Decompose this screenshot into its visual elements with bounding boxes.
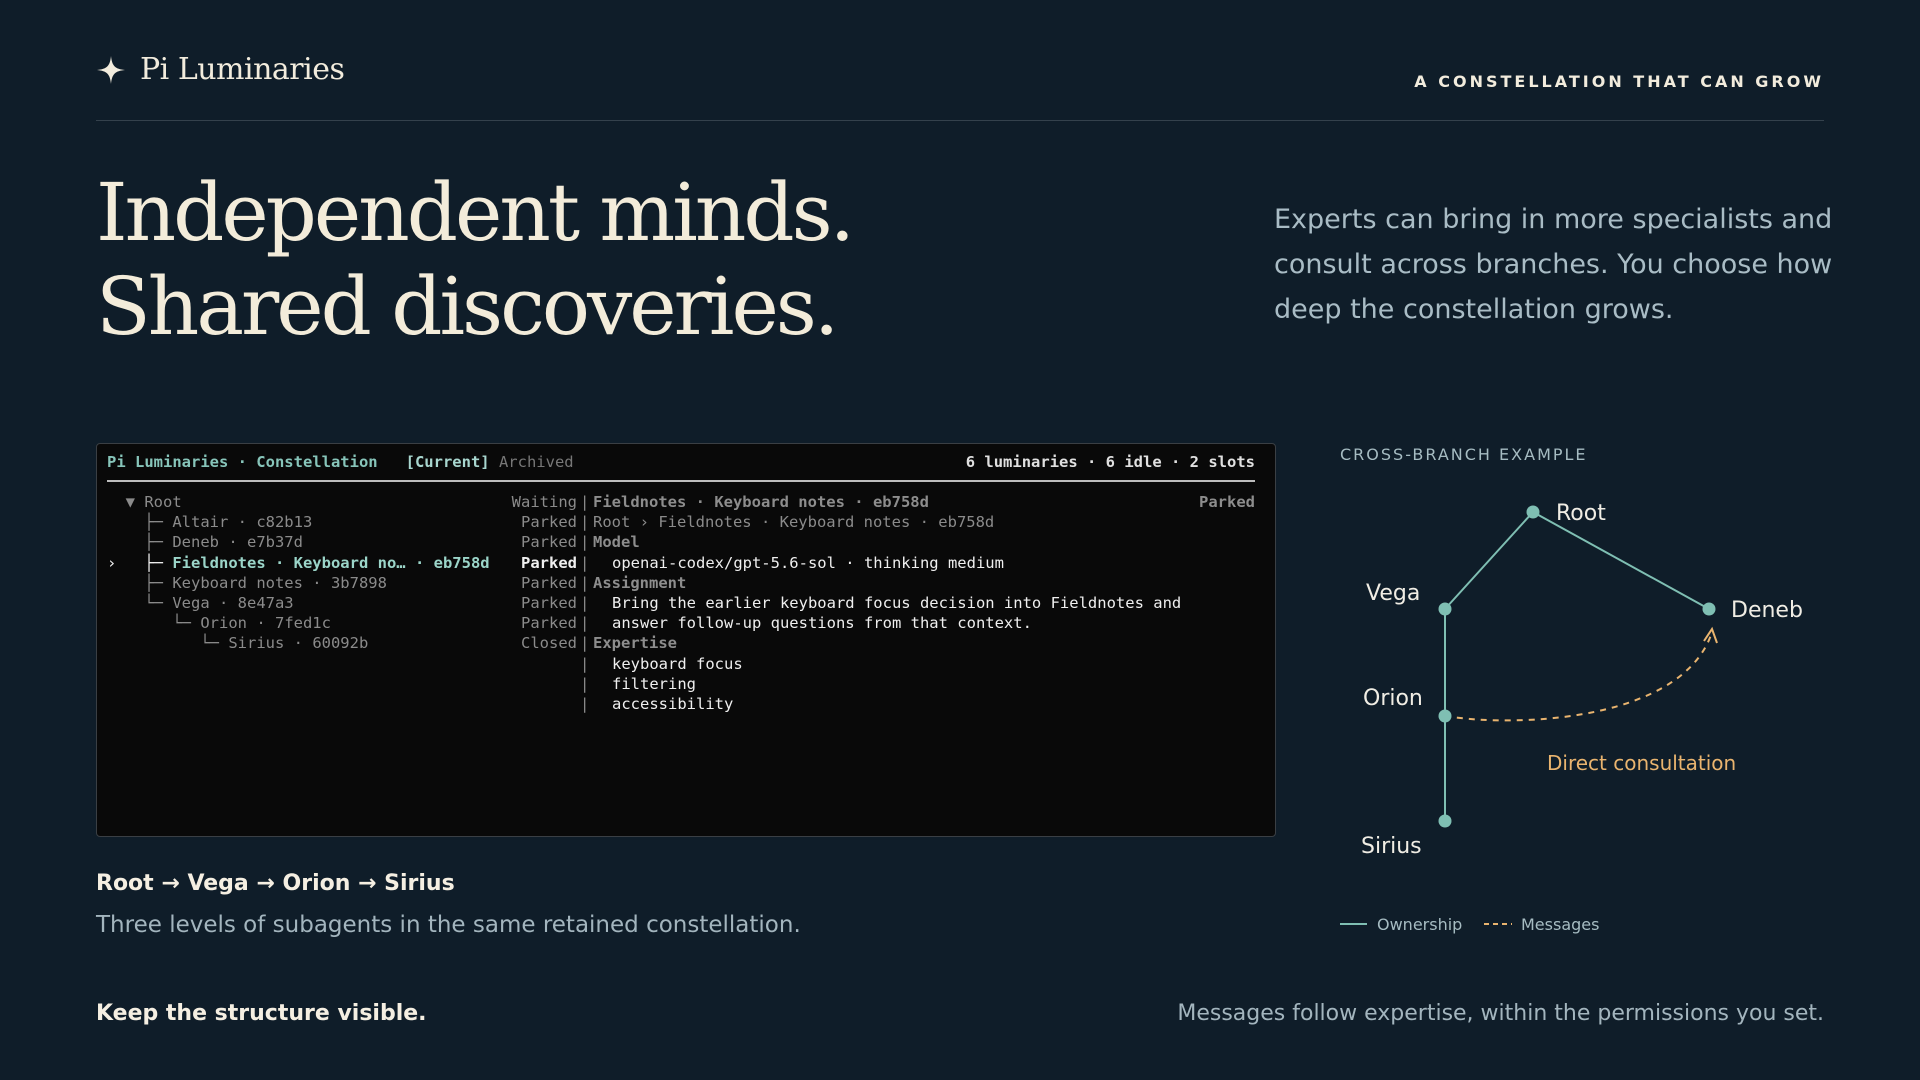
tree-item-name: Keyboard notes · 3b7898: [172, 573, 387, 592]
terminal-window[interactable]: Pi Luminaries · Constellation [Current] …: [96, 443, 1276, 837]
tree-item-name: Altair · c82b13: [172, 513, 313, 532]
tagline: A CONSTELLATION THAT CAN GROW: [1414, 72, 1824, 91]
arrowhead-icon: [1703, 626, 1718, 644]
message-orion-deneb: [1444, 634, 1712, 722]
tree-prefix: └─: [107, 614, 201, 633]
tree-row-selected[interactable]: › ├─ Fieldnotes · Keyboard no… · eb758d P…: [107, 553, 577, 573]
header-divider: [96, 120, 1824, 121]
tree-item-name: Sirius · 60092b: [228, 634, 369, 653]
tree-item-status: Waiting: [511, 493, 577, 511]
tree-prefix: ├─: [107, 573, 173, 592]
hero-line-2: Shared discoveries.: [96, 260, 839, 353]
detail-title: Fieldnotes · Keyboard notes · eb758d: [593, 493, 929, 511]
tree-item-status: Parked: [521, 513, 577, 532]
detail-state: Parked: [1199, 493, 1255, 511]
legend-ownership-label: Ownership: [1377, 915, 1462, 934]
detail-pane: Fieldnotes · Keyboard notes · eb758d Park…: [593, 492, 1255, 714]
edge-root-vega: [1444, 511, 1534, 610]
tree-prefix: ▼: [107, 493, 145, 511]
tree-row[interactable]: └─ Sirius · 60092b Closed: [107, 633, 577, 653]
expertise-item: keyboard focus: [612, 654, 743, 673]
hero-heading: Independent minds. Shared discoveries.: [96, 166, 855, 354]
brand-name: Pi Luminaries: [140, 52, 345, 87]
sparkle-icon: [97, 55, 125, 84]
node-label-root: Root: [1556, 501, 1606, 526]
assignment-heading: Assignment: [593, 573, 687, 592]
tree-row[interactable]: └─ Vega · 8e47a3 Parked: [107, 593, 577, 613]
edge-root-deneb: [1532, 511, 1710, 610]
brand: Pi Luminaries: [96, 52, 345, 87]
expertise-item: accessibility: [612, 694, 734, 713]
tree-prefix: ├─: [107, 533, 173, 552]
constellation-diagram: Root Vega Deneb Orion Sirius Direct cons…: [1340, 501, 1803, 934]
tab-current[interactable]: [Current]: [406, 452, 490, 476]
tree-item-name: Deneb · e7b37d: [172, 533, 303, 552]
tree-item-status: Parked: [521, 614, 577, 633]
assignment-line: Bring the earlier keyboard focus decisio…: [612, 593, 1182, 612]
diagram-label: CROSS-BRANCH EXAMPLE: [1340, 445, 1588, 464]
hierarchy-path: Root → Vega → Orion → Sirius: [96, 871, 455, 896]
expertise-heading: Expertise: [593, 634, 677, 653]
terminal-title: Pi Luminaries · Constellation: [107, 453, 378, 471]
node-label-sirius: Sirius: [1361, 834, 1422, 859]
node-deneb: [1702, 602, 1716, 616]
tree-prefix: › ├─: [107, 553, 173, 572]
legend-messages-label: Messages: [1521, 915, 1599, 934]
tree-item-name: Fieldnotes · Keyboard no… · eb758d: [172, 553, 490, 572]
detail-path: Root › Fieldnotes · Keyboard notes · eb7…: [593, 513, 995, 532]
expertise-item: filtering: [612, 674, 696, 693]
tree-item-status: Closed: [521, 634, 577, 653]
node-vega: [1438, 602, 1452, 616]
assignment-line: answer follow-up questions from that con…: [612, 614, 1032, 633]
constellation-tree[interactable]: ▼ Root Waiting ├─ Altair · c82b13 Parked ├…: [107, 492, 577, 654]
tree-row[interactable]: ├─ Keyboard notes · 3b7898 Parked: [107, 573, 577, 593]
node-label-deneb: Deneb: [1731, 598, 1803, 623]
footer-left-text: Keep the structure visible.: [96, 1001, 427, 1026]
terminal-divider: [107, 480, 1255, 482]
tree-prefix: ├─: [107, 513, 173, 532]
detail-header: Fieldnotes · Keyboard notes · eb758d Park…: [593, 492, 1255, 512]
hierarchy-description: Three levels of subagents in the same re…: [96, 912, 801, 938]
pane-divider: | | | | | | | | | | |: [580, 493, 590, 713]
node-orion: [1438, 709, 1452, 723]
tree-prefix: └─: [107, 593, 173, 612]
tree-prefix: └─: [107, 634, 229, 653]
tree-row[interactable]: ├─ Deneb · e7b37d Parked: [107, 532, 577, 552]
node-root: [1526, 505, 1540, 519]
footer-right-text: Messages follow expertise, within the pe…: [1177, 1001, 1824, 1026]
tree-item-status: Parked: [521, 533, 577, 552]
tree-item-name: Vega · 8e47a3: [172, 593, 294, 612]
node-label-vega: Vega: [1366, 581, 1420, 606]
tree-row[interactable]: ▼ Root Waiting: [107, 492, 577, 512]
terminal-topbar: Pi Luminaries · Constellation [Current] …: [107, 452, 1255, 476]
model-value: openai-codex/gpt-5.6-sol · thinking medi…: [612, 553, 1004, 572]
tree-row[interactable]: ├─ Altair · c82b13 Parked: [107, 512, 577, 532]
tree-item-name: Orion · 7fed1c: [200, 614, 331, 633]
tab-archived[interactable]: Archived: [499, 452, 574, 476]
tree-item-status: Parked: [521, 553, 577, 572]
tree-item-status: Parked: [521, 593, 577, 612]
hero-line-1: Independent minds.: [96, 166, 855, 259]
tree-item-name: Root: [144, 493, 182, 511]
consultation-label: Direct consultation: [1547, 751, 1736, 775]
intro-text: Experts can bring in more specialists an…: [1274, 204, 1833, 325]
tree-item-status: Parked: [521, 573, 577, 592]
node-sirius: [1438, 814, 1452, 828]
model-heading: Model: [593, 533, 640, 552]
tree-row[interactable]: └─ Orion · 7fed1c Parked: [107, 613, 577, 633]
node-label-orion: Orion: [1363, 686, 1423, 711]
terminal-stats: 6 luminaries · 6 idle · 2 slots: [965, 453, 1255, 471]
